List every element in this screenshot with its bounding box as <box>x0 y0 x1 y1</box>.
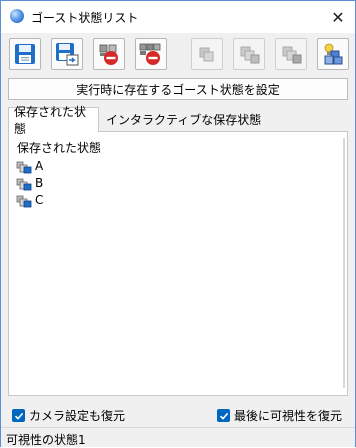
state-icon <box>199 47 214 62</box>
state-add-button[interactable] <box>233 38 265 70</box>
state-item-icon <box>16 161 32 173</box>
restore-visibility-last-label: 最後に可視性を復元 <box>234 409 343 423</box>
delete-button[interactable] <box>93 38 125 70</box>
list-item[interactable]: B <box>16 174 43 191</box>
list-right-edge <box>343 138 345 388</box>
set-runtime-ghost-state-label: 実行時に存在するゴースト状態を設定 <box>76 82 280 97</box>
state-remove-button[interactable] <box>275 38 307 70</box>
toolbar <box>1 33 355 73</box>
state-item-icon <box>16 178 32 190</box>
tab-saved-states-label: 保存された状態 <box>14 105 87 136</box>
state-lights-button[interactable] <box>317 38 349 70</box>
ghost-state-list-window: ゴースト状態リスト ✕ 実行時に存在するゴースト状態を設定 保存された状態 イン… <box>0 0 356 447</box>
tab-interactive-saved-states[interactable]: インタラクティブな保存状態 <box>101 107 266 131</box>
save-as-button[interactable] <box>51 38 83 70</box>
set-runtime-ghost-state-button[interactable]: 実行時に存在するゴースト状態を設定 <box>8 78 348 100</box>
save-as-icon <box>56 43 79 66</box>
title-bar: ゴースト状態リスト ✕ <box>1 1 355 33</box>
restore-camera-label: カメラ設定も復元 <box>29 409 126 423</box>
saved-states-panel: 保存された状態 A B C <box>8 131 348 396</box>
checkmark-icon <box>12 409 25 422</box>
delete-icon <box>99 44 118 65</box>
list-item[interactable]: A <box>16 157 43 174</box>
status-bar: 可視性の状態1 <box>1 427 355 447</box>
save-icon <box>15 44 35 64</box>
state-button[interactable] <box>191 38 223 70</box>
save-button[interactable] <box>9 38 41 70</box>
app-globe-icon <box>10 9 24 23</box>
state-add-icon <box>240 46 260 64</box>
state-item-icon <box>16 195 32 207</box>
window-title: ゴースト状態リスト <box>31 11 139 25</box>
delete-all-icon <box>139 43 161 65</box>
list-item-label: C <box>35 192 44 207</box>
state-remove-icon <box>282 46 302 64</box>
checkmark-icon <box>217 409 230 422</box>
tab-saved-states[interactable]: 保存された状態 <box>8 105 99 136</box>
restore-camera-checkbox[interactable]: カメラ設定も復元 <box>12 407 125 424</box>
list-item-label: B <box>35 175 44 190</box>
tab-bar: 保存された状態 インタラクティブな保存状態 <box>8 105 348 136</box>
list-item-label: A <box>35 158 44 173</box>
delete-all-button[interactable] <box>135 38 167 70</box>
tab-interactive-saved-states-label: インタラクティブな保存状態 <box>106 112 262 127</box>
restore-visibility-last-checkbox[interactable]: 最後に可視性を復元 <box>217 407 342 424</box>
list-item[interactable]: C <box>16 191 43 208</box>
list-heading: 保存された状態 <box>17 141 102 155</box>
close-button[interactable]: ✕ <box>321 1 355 33</box>
status-text: 可視性の状態1 <box>6 433 86 447</box>
state-lights-icon <box>324 43 343 65</box>
